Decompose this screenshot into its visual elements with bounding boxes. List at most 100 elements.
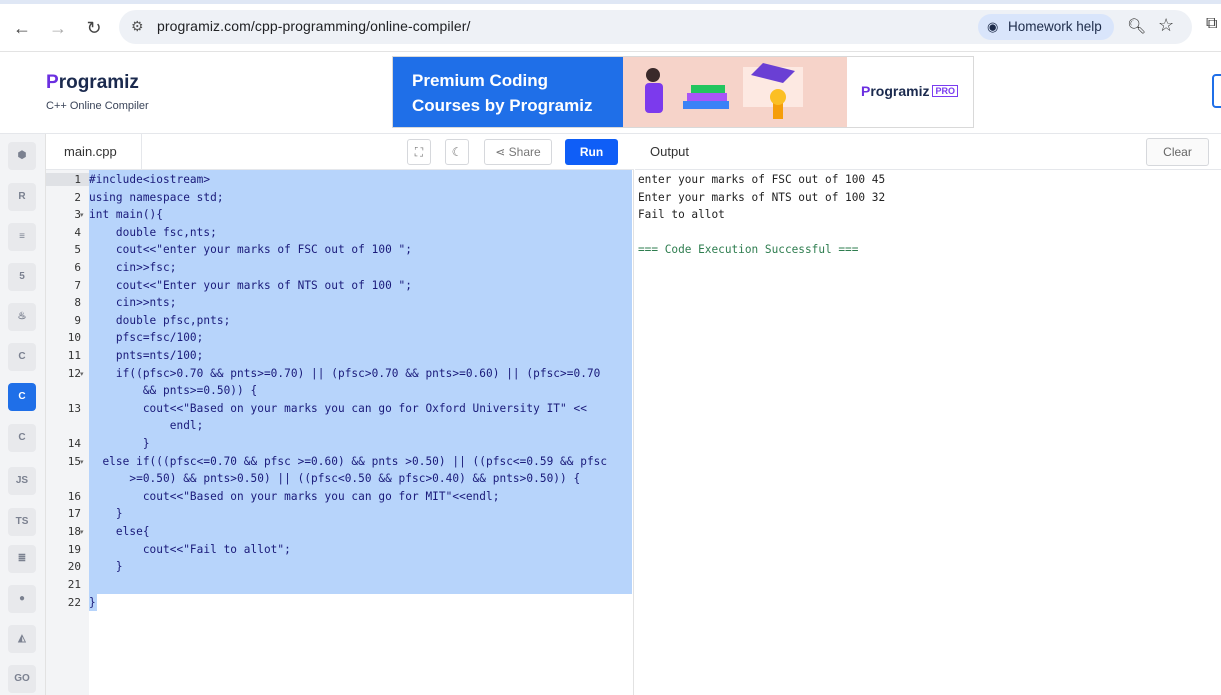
output-line: enter your marks of FSC out of 100 45 — [638, 173, 886, 186]
code-line: && pnts>=0.50)) { — [89, 384, 258, 397]
zoom-icon[interactable]: 🔍︎ — [1127, 17, 1146, 35]
code-editor[interactable]: 1 2 3 4 5 6 7 8 9 10 11 12 13 14 15 16 1… — [46, 170, 634, 695]
editor-panel: main.cpp ⛶ ☾ ⋖ Share Run 1 2 3 4 5 6 7 8… — [46, 134, 634, 695]
code-line: >=0.50) && pnts>0.50) || ((pfsc<0.50 && … — [89, 472, 581, 485]
banner-brand: Programiz PRO — [847, 57, 973, 127]
fold-arrow-icon[interactable]: ▾ — [80, 211, 84, 219]
editor-toolbar: main.cpp ⛶ ☾ ⋖ Share Run — [46, 134, 634, 170]
banner-illustration — [623, 57, 848, 127]
run-button[interactable]: Run — [565, 139, 618, 165]
code-line: cin>>fsc; — [89, 261, 177, 274]
fold-arrow-icon[interactable]: ▾ — [80, 370, 84, 378]
php-icon[interactable]: ● — [8, 585, 36, 613]
lens-icon: ◉ — [987, 19, 999, 34]
clear-button[interactable]: Clear — [1146, 138, 1209, 166]
line-number: 8 — [74, 296, 81, 309]
java-icon[interactable]: ♨ — [8, 303, 36, 331]
output-line: Fail to allot — [638, 208, 725, 221]
code-line: } — [89, 560, 123, 573]
fold-arrow-icon[interactable]: ▾ — [80, 458, 84, 466]
code-line: } — [89, 507, 123, 520]
line-number: 9 — [74, 314, 81, 327]
ts-icon[interactable]: TS — [8, 508, 36, 536]
python-icon[interactable]: ⬢ — [8, 142, 36, 170]
line-number: 13 — [67, 402, 81, 415]
tab-strip — [0, 0, 1221, 4]
line-number: 2 — [74, 191, 81, 204]
code-line: } — [89, 437, 150, 450]
line-number: 12 — [67, 367, 81, 380]
r-icon[interactable]: R — [8, 183, 36, 211]
line-number: 7 — [74, 279, 81, 292]
bookmark-star-icon[interactable]: ☆ — [1158, 15, 1174, 36]
line-number: 16 — [67, 490, 81, 503]
line-number: 15 — [67, 455, 81, 468]
output-label: Output — [650, 144, 690, 159]
html-icon[interactable]: 5 — [8, 263, 36, 291]
cpp-icon[interactable]: C — [8, 383, 36, 411]
code-line: pfsc=fsc/100; — [89, 331, 204, 344]
programiz-logo[interactable]: Programiz — [46, 72, 139, 94]
execution-status: === Code Execution Successful === — [638, 243, 859, 256]
site-header: Programiz C++ Online Compiler Premium Co… — [0, 52, 1221, 134]
homework-help-button[interactable]: ◉ Homework help — [978, 14, 1114, 40]
share-button[interactable]: ⋖ Share — [484, 139, 552, 165]
output-line: Enter your marks of NTS out of 100 32 — [638, 191, 886, 204]
logo-initial: P — [46, 72, 59, 93]
code-line: cout<<"Enter your marks of NTS out of 10… — [89, 279, 412, 292]
pro-badge: PRO — [932, 85, 958, 97]
code-line: else if(((pfsc<=0.70 && pfsc >=0.60) && … — [89, 455, 608, 468]
back-icon[interactable]: ← — [10, 16, 34, 40]
code-line: int main(){ — [89, 208, 164, 221]
sql-icon[interactable]: ≡ — [8, 223, 36, 251]
reload-icon[interactable]: ↻ — [82, 16, 106, 40]
file-tab[interactable]: main.cpp — [46, 134, 142, 170]
homework-help-label: Homework help — [1008, 19, 1102, 34]
line-number: 20 — [67, 560, 81, 573]
line-number: 1 — [46, 173, 89, 186]
js-icon[interactable]: JS — [8, 467, 36, 495]
fold-arrow-icon[interactable]: ▾ — [80, 528, 84, 536]
share-label: Share — [508, 145, 541, 159]
line-number: 22 — [67, 596, 81, 609]
line-number: 17 — [67, 507, 81, 520]
site-info-icon[interactable]: ⚙ — [131, 18, 144, 35]
header-cta-button[interactable] — [1212, 74, 1221, 108]
banner-text: Premium Coding Courses by Programiz — [412, 71, 593, 115]
share-icon: ⋖ — [495, 145, 509, 159]
golang-icon[interactable]: ≣ — [8, 545, 36, 573]
code-line: cout<<"enter your marks of FSC out of 10… — [89, 243, 412, 256]
fullscreen-icon[interactable]: ⛶ — [407, 139, 431, 165]
logo-text: rogramiz — [58, 72, 139, 93]
line-number: 4 — [74, 226, 81, 239]
banner-logo-initial: P — [861, 83, 871, 99]
code-line: endl; — [89, 419, 204, 432]
csharp-icon[interactable]: C — [8, 424, 36, 452]
go-icon[interactable]: GO — [8, 665, 36, 693]
output-toolbar: Output Clear — [635, 134, 1221, 170]
banner-logo: Programiz PRO — [861, 83, 958, 99]
language-sidebar: ⬢ R ≡ 5 ♨ C C C JS TS ≣ ● ◭ GO — [0, 134, 46, 695]
promo-banner[interactable]: Premium Coding Courses by Programiz Prog… — [392, 56, 974, 128]
forward-icon[interactable]: → — [46, 16, 70, 40]
code-line: pnts=nts/100; — [89, 349, 204, 362]
code-line: } — [89, 596, 96, 609]
line-number: 18 — [67, 525, 81, 538]
line-number: 14 — [67, 437, 81, 450]
output-panel: Output Clear enter your marks of FSC out… — [635, 134, 1221, 695]
line-number: 6 — [74, 261, 81, 274]
code-line: cin>>nts; — [89, 296, 177, 309]
banner-illustration-graphic — [645, 63, 803, 119]
dark-mode-icon[interactable]: ☾ — [445, 139, 469, 165]
code-line: using namespace std; — [89, 191, 224, 204]
url-text: programiz.com/cpp-programming/online-com… — [157, 18, 471, 34]
line-number: 5 — [74, 243, 81, 256]
code-line: double fsc,nts; — [89, 226, 217, 239]
code-line: cout<<"Based on your marks you can go fo… — [89, 490, 500, 503]
code-line: else{ — [89, 525, 150, 538]
line-number: 19 — [67, 543, 81, 556]
c-icon[interactable]: C — [8, 343, 36, 371]
extensions-icon[interactable]: ⧉ — [1206, 15, 1217, 33]
swift-icon[interactable]: ◭ — [8, 625, 36, 653]
banner-logo-text: rogramiz — [870, 83, 930, 99]
